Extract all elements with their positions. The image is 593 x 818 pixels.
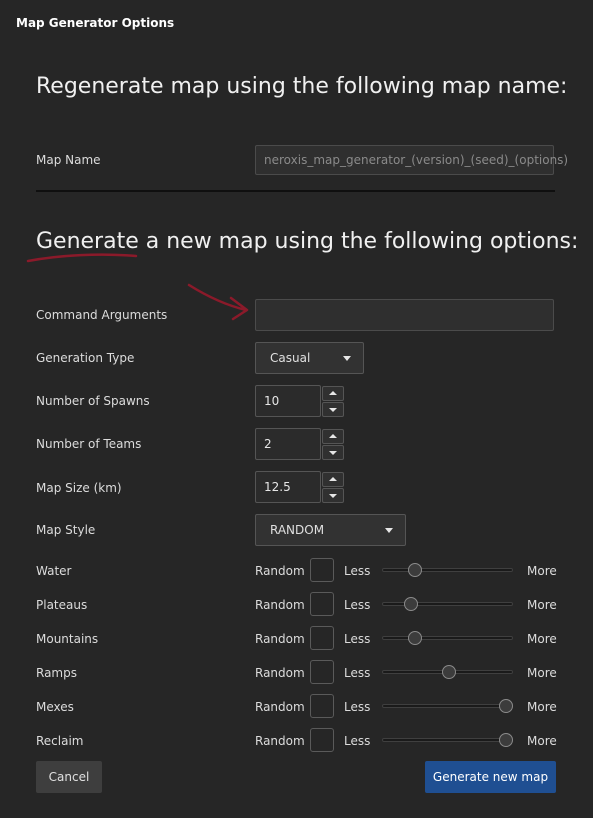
water-less-label: Less (344, 564, 371, 578)
chevron-down-icon (385, 528, 393, 533)
command-arguments-label: Command Arguments (36, 308, 168, 322)
water-slider-handle[interactable] (407, 563, 422, 577)
map-size-decrement-button[interactable] (322, 488, 344, 503)
underline-annotation (26, 253, 138, 263)
reclaim-random-checkbox[interactable] (310, 728, 334, 752)
mountains-label: Mountains (36, 632, 99, 646)
spawns-input[interactable]: 10 (255, 385, 321, 417)
arrow-down-icon (329, 408, 337, 412)
teams-input[interactable]: 2 (255, 428, 321, 460)
mexes-label: Mexes (36, 700, 74, 714)
mountains-more-label: More (527, 632, 557, 646)
water-more-label: More (527, 564, 557, 578)
mexes-random-label: Random (255, 700, 305, 714)
mexes-slider-handle[interactable] (499, 699, 513, 713)
ramps-less-label: Less (344, 666, 371, 680)
map-name-label: Map Name (36, 153, 101, 167)
plateaus-slider[interactable] (382, 602, 513, 606)
plateaus-random-label: Random (255, 598, 305, 612)
map-style-label: Map Style (36, 523, 96, 537)
generation-type-label: Generation Type (36, 351, 135, 365)
cancel-button[interactable]: Cancel (36, 761, 102, 793)
generate-new-map-button[interactable]: Generate new map (425, 761, 556, 793)
spawns-increment-button[interactable] (322, 386, 344, 401)
plateaus-more-label: More (527, 598, 557, 612)
water-random-label: Random (255, 564, 305, 578)
map-style-dropdown[interactable]: RANDOM (255, 514, 406, 546)
command-arguments-input[interactable] (255, 299, 554, 331)
ramps-slider-handle[interactable] (441, 665, 456, 679)
mexes-less-label: Less (344, 700, 371, 714)
ramps-more-label: More (527, 666, 557, 680)
water-random-checkbox[interactable] (310, 558, 334, 582)
spawns-label: Number of Spawns (36, 394, 150, 408)
ramps-random-checkbox[interactable] (310, 660, 334, 684)
mexes-random-checkbox[interactable] (310, 694, 334, 718)
mountains-less-label: Less (344, 632, 371, 646)
mountains-slider-handle[interactable] (407, 631, 422, 645)
ramps-label: Ramps (36, 666, 77, 680)
arrow-annotation (187, 283, 249, 321)
map-style-value: RANDOM (270, 523, 325, 537)
water-label: Water (36, 564, 72, 578)
spawns-decrement-button[interactable] (322, 402, 344, 417)
regenerate-heading: Regenerate map using the following map n… (36, 74, 568, 99)
teams-increment-button[interactable] (322, 429, 344, 444)
mexes-slider[interactable] (382, 704, 513, 708)
teams-label: Number of Teams (36, 437, 142, 451)
plateaus-random-checkbox[interactable] (310, 592, 334, 616)
reclaim-random-label: Random (255, 734, 305, 748)
mountains-slider[interactable] (382, 636, 513, 640)
generation-type-dropdown[interactable]: Casual (255, 342, 364, 374)
reclaim-more-label: More (527, 734, 557, 748)
arrow-up-icon (329, 434, 337, 438)
generation-type-value: Casual (270, 351, 311, 365)
arrow-down-icon (329, 451, 337, 455)
mountains-random-checkbox[interactable] (310, 626, 334, 650)
water-slider[interactable] (382, 568, 513, 572)
plateaus-less-label: Less (344, 598, 371, 612)
map-size-label: Map Size (km) (36, 481, 122, 495)
map-size-increment-button[interactable] (322, 472, 344, 487)
plateaus-label: Plateaus (36, 598, 88, 612)
arrow-up-icon (329, 391, 337, 395)
mexes-more-label: More (527, 700, 557, 714)
arrow-up-icon (329, 477, 337, 481)
reclaim-slider[interactable] (382, 738, 513, 742)
map-name-field[interactable]: neroxis_map_generator_(version)_(seed)_(… (255, 145, 568, 175)
mountains-random-label: Random (255, 632, 305, 646)
ramps-random-label: Random (255, 666, 305, 680)
map-size-input[interactable]: 12.5 (255, 471, 321, 503)
reclaim-less-label: Less (344, 734, 371, 748)
reclaim-label: Reclaim (36, 734, 84, 748)
plateaus-slider-handle[interactable] (404, 597, 419, 611)
teams-decrement-button[interactable] (322, 445, 344, 460)
arrow-down-icon (329, 494, 337, 498)
reclaim-slider-handle[interactable] (499, 733, 513, 747)
window-title: Map Generator Options (16, 16, 175, 30)
generate-heading: Generate a new map using the following o… (36, 229, 579, 254)
section-divider (36, 190, 555, 192)
chevron-down-icon (343, 356, 351, 361)
